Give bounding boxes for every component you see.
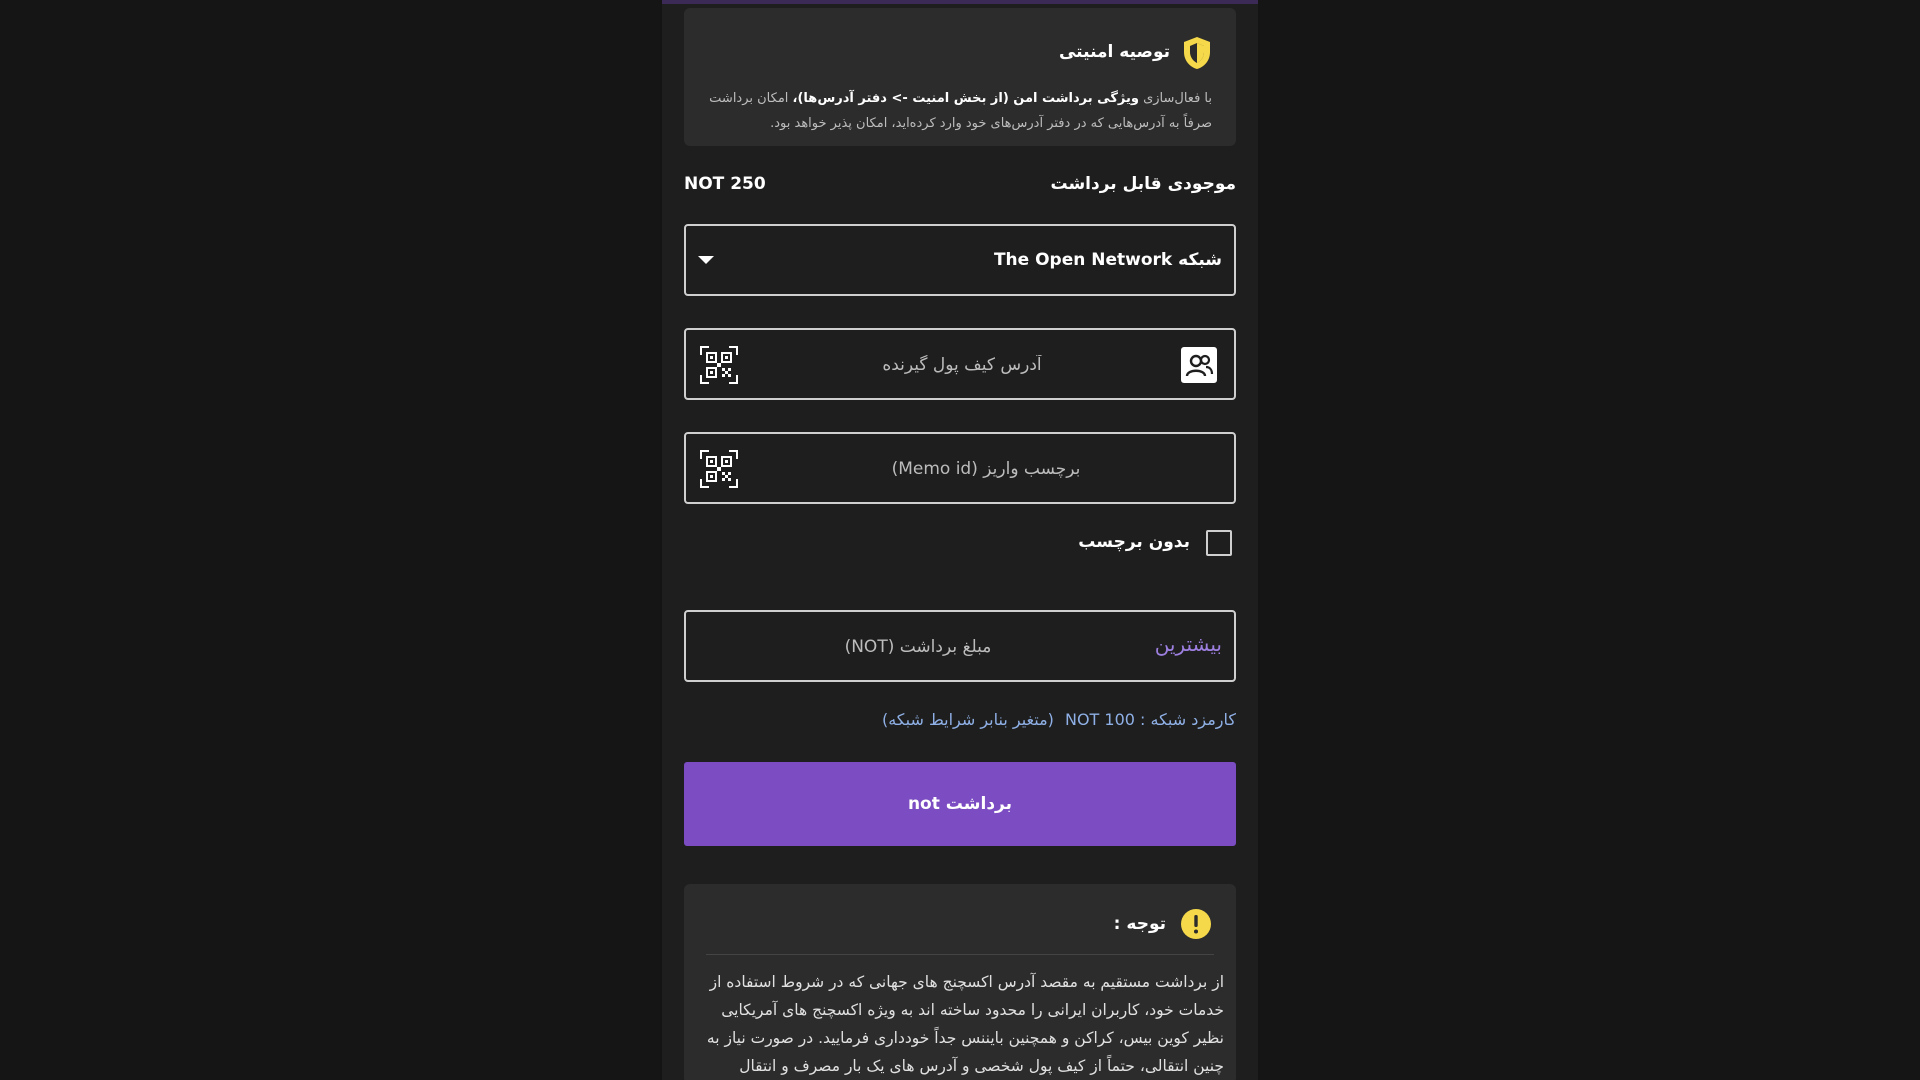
amount-field: بیشترین: [684, 610, 1236, 682]
network-fee-info: کارمزد شبکه : NOT 100 (متغیر بنابر شرایط…: [684, 710, 1236, 736]
page-top-edge: [662, 0, 1258, 4]
qr-scan-icon[interactable]: [700, 346, 738, 384]
security-tip-text-bold: ویژگی برداشت امن (از بخش امنیت -> دفتر آ…: [792, 91, 1139, 106]
recipient-address-field: [684, 328, 1236, 400]
withdrawable-balance: موجودی قابل برداشت NOT 250: [684, 172, 1236, 200]
notice-divider: [706, 954, 1214, 955]
memo-id-field: [684, 432, 1236, 504]
no-memo-checkbox[interactable]: [1206, 530, 1232, 556]
notice-text: از برداشت مستقیم به مقصد آدرس اکسچنج های…: [706, 973, 1224, 1075]
security-tip-text: با فعال‌سازی ویژگی برداشت امن (از بخش ام…: [692, 86, 1212, 136]
address-book-icon[interactable]: [1180, 346, 1218, 384]
notice-title: توجه :: [1113, 914, 1166, 934]
network-fee-note: (متغیر بنابر شرایط شبکه): [881, 710, 1054, 729]
network-selected-value: شبکه The Open Network: [993, 250, 1222, 270]
left-backdrop: [0, 0, 660, 1080]
withdraw-page: توصیه امنیتی با فعال‌سازی ویژگی برداشت ا…: [662, 0, 1258, 1080]
security-tip-text-prefix: با فعال‌سازی: [1138, 91, 1212, 106]
qr-scan-icon[interactable]: [700, 450, 738, 488]
balance-value: NOT 250: [684, 174, 766, 194]
security-tip-title: توصیه امنیتی: [1058, 42, 1170, 62]
balance-label: موجودی قابل برداشت: [1050, 174, 1236, 194]
amount-input[interactable]: [706, 612, 1130, 682]
recipient-address-input[interactable]: [756, 330, 1168, 400]
shield-icon: [1184, 37, 1210, 69]
network-select[interactable]: شبکه The Open Network: [684, 224, 1236, 296]
right-backdrop: [1260, 0, 1920, 1080]
no-memo-label[interactable]: بدون برچسب: [1078, 532, 1190, 552]
memo-id-input[interactable]: [756, 434, 1216, 504]
no-memo-option: بدون برچسب: [684, 528, 1236, 558]
max-amount-button[interactable]: بیشترین: [1155, 632, 1222, 656]
security-tip-card: توصیه امنیتی با فعال‌سازی ویژگی برداشت ا…: [684, 8, 1236, 146]
withdraw-button[interactable]: برداشت not: [684, 762, 1236, 846]
chevron-down-icon: [698, 256, 714, 264]
warning-icon: [1181, 909, 1211, 939]
notice-card: توجه : از برداشت مستقیم به مقصد آدرس اکس…: [684, 884, 1236, 1080]
network-fee-label: کارمزد شبکه : NOT 100: [1064, 710, 1236, 729]
